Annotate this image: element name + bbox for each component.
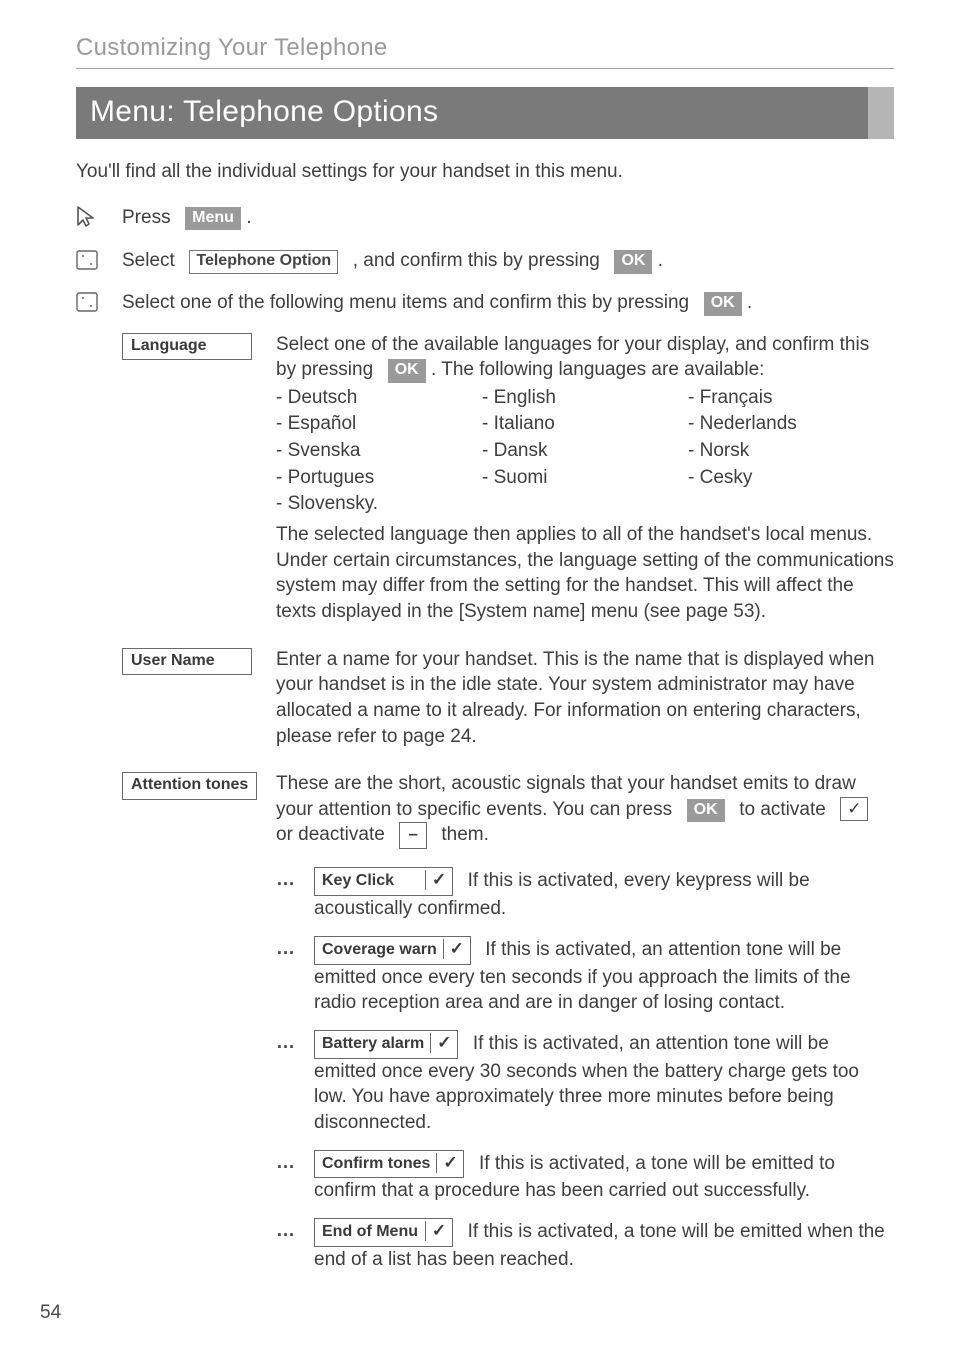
lang-col2-0: - English [482, 385, 688, 411]
check-chip-activate: ✓ [840, 797, 868, 821]
battery-alarm-name: Battery alarm [315, 1033, 430, 1058]
select-following-text: Select one of the following menu items a… [122, 292, 689, 313]
dots-icon: … [276, 1150, 314, 1176]
section-title: Menu: Telephone Options [90, 95, 438, 128]
dots-icon: … [276, 1030, 314, 1056]
step-select-following: Select one of the following menu items a… [76, 290, 894, 318]
section-title-band: Menu: Telephone Options [76, 87, 894, 139]
check-icon: ✓ [426, 1219, 452, 1245]
page-number: 54 [40, 1302, 61, 1324]
step-select-option: Select Telephone Option , and confirm th… [76, 248, 894, 276]
nav-icon [76, 248, 122, 276]
sub-key-click: … Key Click✓ If this is activated, every… [276, 867, 894, 921]
lang-col3-0: - Français [688, 385, 894, 411]
lang-col3-1: - Nederlands [688, 411, 894, 437]
dots-icon: … [276, 867, 314, 893]
sub-battery-alarm: … Battery alarm✓ If this is activated, a… [276, 1030, 894, 1136]
language-label: Language [122, 333, 252, 361]
attention-intro-c: or deactivate [276, 824, 385, 845]
attention-intro-d: them. [441, 824, 489, 845]
lang-col1-3: - Portugues [276, 465, 482, 491]
ok-chip-1: OK [614, 250, 652, 274]
confirm-text-1: , and confirm this by pressing [353, 250, 600, 271]
attention-label: Attention tones [122, 772, 257, 800]
confirm-tones-name: Confirm tones [315, 1153, 436, 1178]
lang-col1-0: - Deutsch [276, 385, 482, 411]
ok-chip-3: OK [388, 359, 426, 383]
key-click-chip: Key Click✓ [314, 867, 453, 896]
sub-coverage-warn: … Coverage warn✓ If this is activated, a… [276, 936, 894, 1016]
sub-confirm-tones: … Confirm tones✓ If this is activated, a… [276, 1150, 894, 1204]
username-text: Enter a name for your handset. This is t… [276, 649, 874, 747]
lang-col1-2: - Svenska [276, 438, 482, 464]
chapter-rule [76, 68, 894, 69]
page-container: Customizing Your Telephone Menu: Telepho… [0, 0, 954, 1352]
chapter-heading: Customizing Your Telephone [76, 34, 894, 62]
menu-chip: Menu [185, 207, 241, 231]
period-2: . [658, 250, 663, 271]
check-icon: ✓ [431, 1031, 457, 1057]
ok-chip-4: OK [687, 799, 725, 823]
ok-chip-2: OK [704, 292, 742, 316]
sub-end-of-menu: … End of Menu✓ If this is activated, a t… [276, 1218, 894, 1272]
lang-col2-3: - Suomi [482, 465, 688, 491]
lang-col1-1: - Español [276, 411, 482, 437]
language-para2: The selected language then applies to al… [276, 522, 894, 625]
lang-col3-2: - Norsk [688, 438, 894, 464]
language-table: - Deutsch - Español - Svenska - Portugue… [276, 385, 894, 518]
check-icon: ✓ [426, 868, 452, 894]
attention-intro-b: to activate [739, 799, 826, 820]
coverage-warn-name: Coverage warn [315, 939, 443, 964]
nav-icon-2 [76, 290, 122, 318]
end-of-menu-chip: End of Menu✓ [314, 1218, 453, 1247]
end-of-menu-name: End of Menu [315, 1221, 425, 1246]
dots-icon: … [276, 936, 314, 962]
username-row: User Name Enter a name for your handset.… [76, 647, 894, 750]
press-label: Press [122, 207, 171, 228]
check-icon: ✓ [444, 937, 470, 963]
coverage-warn-chip: Coverage warn✓ [314, 936, 471, 965]
confirm-tones-chip: Confirm tones✓ [314, 1150, 464, 1179]
body-content: You'll find all the individual settings … [76, 159, 894, 1273]
dots-icon: … [276, 1218, 314, 1244]
lang-col2-2: - Dansk [482, 438, 688, 464]
battery-alarm-chip: Battery alarm✓ [314, 1030, 458, 1059]
lang-col3-3: - Cesky [688, 465, 894, 491]
minus-chip: – [399, 822, 426, 849]
attention-row: Attention tones These are the short, aco… [76, 771, 894, 1272]
period-3: . [747, 292, 752, 313]
select-label-1: Select [122, 250, 175, 271]
lang-col2-1: - Italiano [482, 411, 688, 437]
cursor-icon [76, 205, 122, 235]
check-icon: ✓ [437, 1151, 463, 1177]
language-row: Language Select one of the available lan… [76, 332, 894, 625]
username-label: User Name [122, 648, 252, 676]
step-press-menu: Press Menu . [76, 205, 894, 235]
key-click-name: Key Click [315, 870, 425, 895]
language-line1b: . The following languages are available: [431, 359, 764, 380]
intro-text: You'll find all the individual settings … [76, 159, 894, 185]
lang-col1-4: - Slovensky. [276, 491, 482, 517]
period-1: . [246, 207, 251, 228]
telephone-option-chip: Telephone Option [189, 250, 338, 274]
